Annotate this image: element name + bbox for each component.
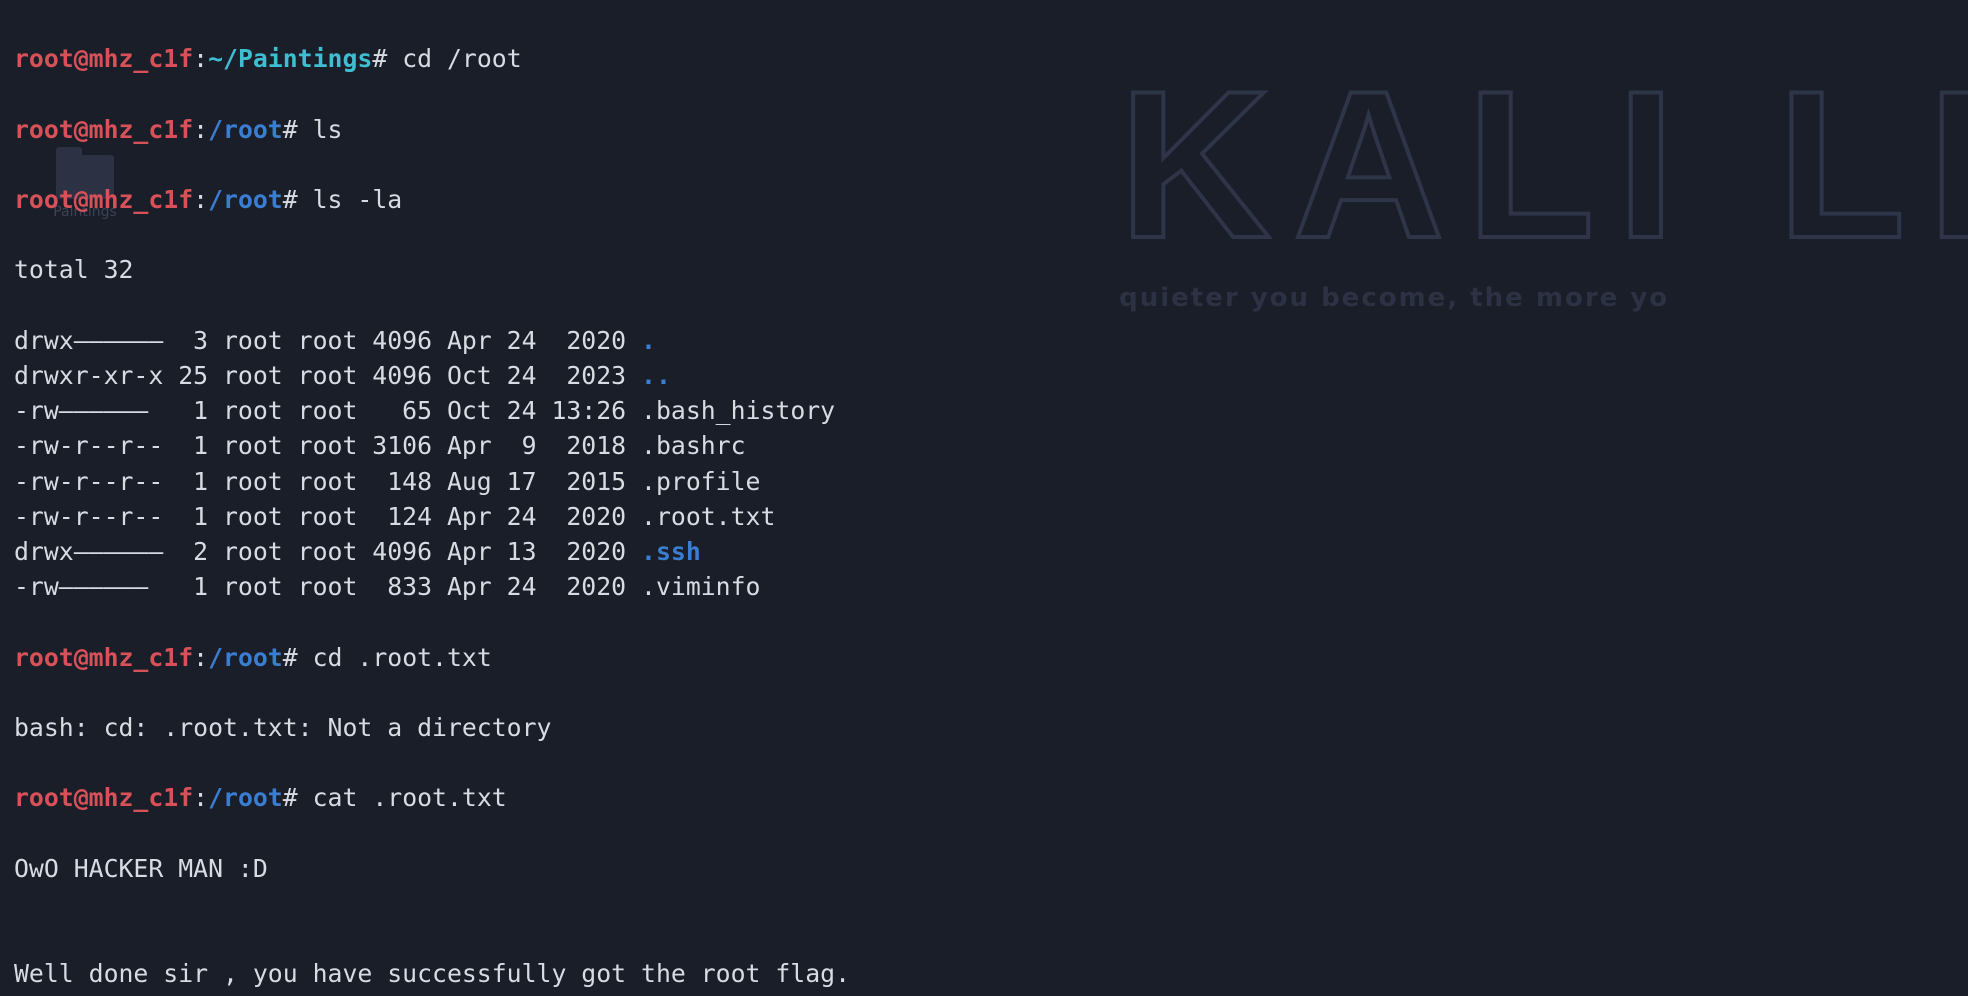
prompt-path-paintings: ~/Paintings [208, 44, 372, 73]
ls-row-name: . [641, 326, 656, 355]
cat-l3: Well done sir , you have successfully go… [14, 956, 1954, 991]
ls-row: drwxr-xr-x 25 root root 4096 Oct 24 2023… [14, 358, 1954, 393]
cmd-cd-roottxt: cd .root.txt [313, 643, 492, 672]
ls-row-name: .profile [641, 467, 760, 496]
ls-total: total 32 [14, 252, 1954, 287]
ls-row-meta: -rw-r--r-- 1 root root 124 Apr 24 2020 [14, 502, 641, 531]
terminal-output[interactable]: root@mhz_c1f:~/Paintings# cd /root root@… [0, 0, 1968, 996]
cmd-cd-root: cd /root [402, 44, 521, 73]
err-cd: bash: cd: .root.txt: Not a directory [14, 710, 1954, 745]
prompt-path-root: /root [208, 115, 283, 144]
prompt-line-1: root@mhz_c1f:~/Paintings# cd /root [14, 41, 1954, 76]
ls-row: drwx—————— 2 root root 4096 Apr 13 2020 … [14, 534, 1954, 569]
prompt-line-5: root@mhz_c1f:/root# cat .root.txt [14, 780, 1954, 815]
cmd-ls-la: ls -la [313, 185, 403, 214]
ls-row-meta: -rw—————— 1 root root 65 Oct 24 13:26 [14, 396, 641, 425]
ls-row-name: .ssh [641, 537, 701, 566]
ls-row: -rw—————— 1 root root 833 Apr 24 2020 .v… [14, 569, 1954, 604]
ls-row-meta: drwx—————— 2 root root 4096 Apr 13 2020 [14, 537, 641, 566]
cat-l1: OwO HACKER MAN :D [14, 851, 1954, 886]
ls-row-name: .bash_history [641, 396, 835, 425]
ls-row: -rw-r--r-- 1 root root 124 Apr 24 2020 .… [14, 499, 1954, 534]
prompt-user-host: root@mhz_c1f [14, 44, 193, 73]
ls-row-name: .. [641, 361, 671, 390]
cmd-ls: ls [313, 115, 343, 144]
ls-row-meta: drwx—————— 3 root root 4096 Apr 24 2020 [14, 326, 641, 355]
ls-row-name: .bashrc [641, 431, 746, 460]
prompt-line-2: root@mhz_c1f:/root# ls [14, 112, 1954, 147]
ls-row: drwx—————— 3 root root 4096 Apr 24 2020 … [14, 323, 1954, 358]
ls-listing: drwx—————— 3 root root 4096 Apr 24 2020 … [14, 323, 1954, 605]
ls-row-name: .root.txt [641, 502, 775, 531]
ls-row-meta: -rw-r--r-- 1 root root 148 Aug 17 2015 [14, 467, 641, 496]
ls-row-name: .viminfo [641, 572, 760, 601]
ls-row-meta: -rw-r--r-- 1 root root 3106 Apr 9 2018 [14, 431, 641, 460]
ls-row: -rw-r--r-- 1 root root 148 Aug 17 2015 .… [14, 464, 1954, 499]
cmd-cat-roottxt: cat .root.txt [313, 783, 507, 812]
ls-row-meta: -rw—————— 1 root root 833 Apr 24 2020 [14, 572, 641, 601]
ls-row: -rw—————— 1 root root 65 Oct 24 13:26 .b… [14, 393, 1954, 428]
prompt-line-3: root@mhz_c1f:/root# ls -la [14, 182, 1954, 217]
prompt-line-4: root@mhz_c1f:/root# cd .root.txt [14, 640, 1954, 675]
ls-row: -rw-r--r-- 1 root root 3106 Apr 9 2018 .… [14, 428, 1954, 463]
ls-row-meta: drwxr-xr-x 25 root root 4096 Oct 24 2023 [14, 361, 641, 390]
